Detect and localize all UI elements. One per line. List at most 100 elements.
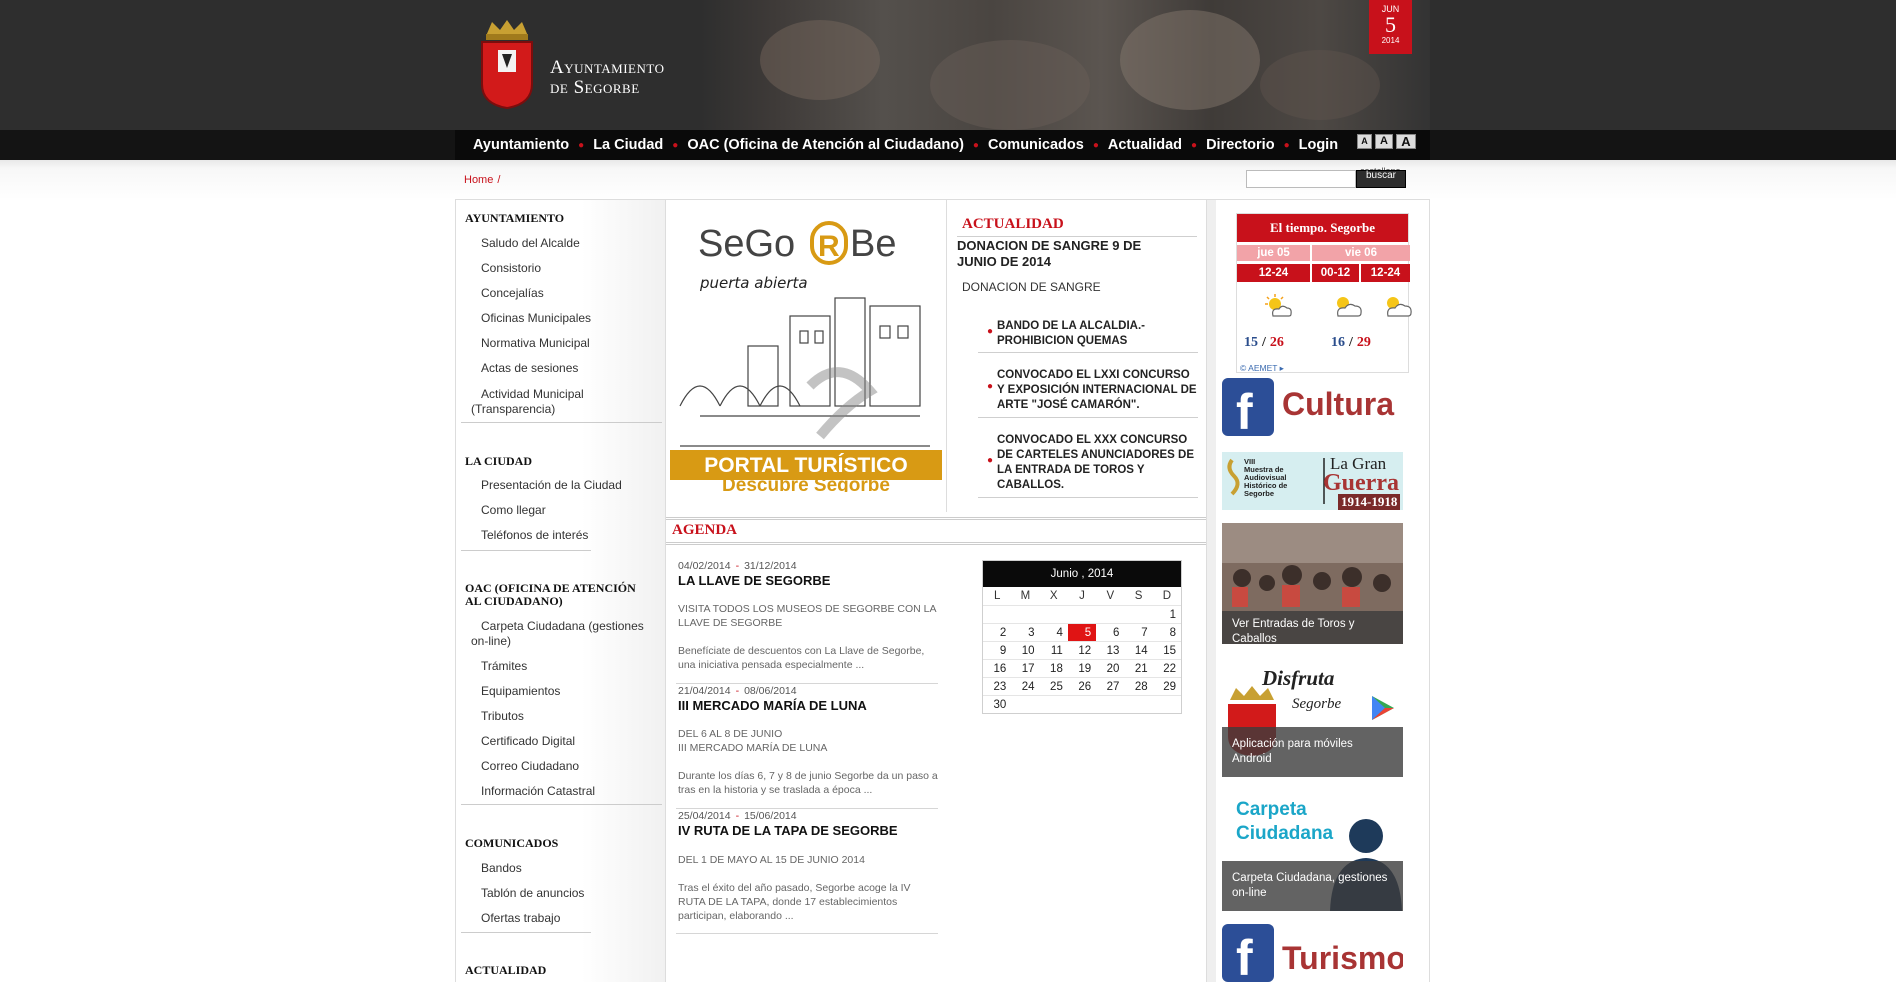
toros-caballos-banner[interactable]: Ver Entradas de Toros y Caballos [1222,523,1403,644]
sidebar-item-catastral[interactable]: Información Catastral [481,784,595,799]
carpeta-ciudadana-banner[interactable]: Carpeta Ciudadana Carpeta Ciudadana, ges… [1222,790,1403,911]
sidebar-heading-la-ciudad[interactable]: LA CIUDAD [465,455,532,468]
sidebar-item-equipamientos[interactable]: Equipamientos [481,684,560,699]
event-title[interactable]: IV RUTA DE LA TAPA DE SEGORBE [678,823,898,838]
sidebar-item-consistorio[interactable]: Consistorio [481,261,541,276]
news-item[interactable]: BANDO DE LA ALCALDIA.- PROHIBICION QUEMA… [997,319,1199,349]
calendar-day[interactable]: 21 [1124,659,1153,677]
sidebar-item-oficinas[interactable]: Oficinas Municipales [481,311,591,326]
calendar-day[interactable]: 28 [1124,677,1153,695]
sidebar-item-ofertas[interactable]: Ofertas trabajo [481,911,560,926]
sidebar-heading-ayuntamiento[interactable]: AYUNTAMIENTO [465,212,564,225]
calendar-day[interactable]: 30 [983,695,1012,713]
calendar-day[interactable]: 7 [1124,623,1153,641]
sidebar-item-carpeta[interactable]: Carpeta Ciudadana (gestiones [481,619,644,634]
event-title[interactable]: LA LLAVE DE SEGORBE [678,573,830,588]
portal-tagline: puerta abierta [699,274,808,292]
sidebar-item-actas[interactable]: Actas de sesiones [481,361,578,376]
portal-turistico-banner[interactable]: SeGo R Be puerta abierta PORTAL TURÍSTIC… [670,206,942,496]
calendar-day[interactable]: 1 [1152,605,1181,623]
calendar-day[interactable]: 24 [1011,677,1040,695]
search-input[interactable] [1246,170,1356,188]
nav-comunicados[interactable]: Comunicados [988,137,1084,153]
nav-actualidad[interactable]: Actualidad [1108,137,1182,153]
sidebar-heading-actualidad[interactable]: ACTUALIDAD [465,964,546,977]
event-subtitle: DEL 6 AL 8 DE JUNIO III MERCADO MARÍA DE… [678,727,938,755]
calendar-day[interactable]: 17 [1011,659,1040,677]
calendar-day[interactable]: 25 [1039,677,1068,695]
news-featured-title[interactable]: DONACION DE SANGRE 9 DE JUNIO DE 2014 [957,238,1177,270]
calendar-day[interactable]: 22 [1152,659,1181,677]
calendar-day[interactable]: 3 [1011,623,1040,641]
main-nav: Ayuntamiento ● La Ciudad ● OAC (Oficina … [473,130,1338,160]
event-title[interactable]: III MERCADO MARÍA DE LUNA [678,698,867,713]
nav-ayuntamiento[interactable]: Ayuntamiento [473,137,569,153]
news-item[interactable]: CONVOCADO EL LXXI CONCURSO Y EXPOSICIÓN … [997,368,1199,413]
calendar-day[interactable]: 9 [983,641,1012,659]
site-title[interactable]: Ayuntamiento de Segorbe [550,58,665,98]
sidebar-item-concejalias[interactable]: Concejalías [481,286,544,301]
sidebar-item-presentacion[interactable]: Presentación de la Ciudad [481,478,622,493]
news-item[interactable]: CONVOCADO EL XXX CONCURSO DE CARTELES AN… [997,433,1199,493]
partly-cloudy-icon [1337,297,1362,317]
calendar-day[interactable]: 14 [1124,641,1153,659]
font-size-large-button[interactable]: A [1396,134,1416,149]
sidebar-item-saludo[interactable]: Saludo del Alcalde [481,236,580,251]
bullet-icon: ● [987,455,994,466]
sidebar-item-telefonos[interactable]: Teléfonos de interés [481,528,588,543]
calendar-day[interactable]: 15 [1152,641,1181,659]
nav-directorio[interactable]: Directorio [1206,137,1275,153]
svg-text:R: R [818,230,840,263]
calendar-day[interactable]: 10 [1011,641,1040,659]
calendar-day[interactable]: 6 [1096,623,1125,641]
nav-oac[interactable]: OAC (Oficina de Atención al Ciudadano) [687,137,964,153]
calendar-weekday: V [1106,590,1115,602]
calendar-day[interactable]: 20 [1096,659,1125,677]
weather-widget[interactable]: El tiempo. Segorbe jue 05 vie 06 12-24 0… [1236,213,1412,374]
calendar-day[interactable]: 16 [983,659,1012,677]
android-app-banner[interactable]: Disfruta Segorbe Aplicación para móviles… [1222,656,1403,777]
weather-hour-range: 12-24 [1361,264,1410,282]
calendar-day[interactable]: 19 [1067,659,1097,677]
calendar-day[interactable]: 27 [1096,677,1125,695]
font-size-small-button[interactable]: A [1357,134,1372,149]
calendar-day[interactable]: 12 [1067,641,1097,659]
breadcrumb-home[interactable]: Home [464,174,493,186]
divider [461,422,662,423]
turismo-facebook-banner[interactable]: f Turismo [1222,924,1403,982]
calendar-day[interactable]: 8 [1152,623,1181,641]
calendar-day[interactable]: 11 [1039,641,1068,659]
bullet-icon: ● [987,381,994,392]
sidebar-item-tablon[interactable]: Tablón de anuncios [481,886,584,901]
sidebar-item-correo[interactable]: Correo Ciudadano [481,759,579,774]
sidebar-item-actividad-cont[interactable]: (Transparencia) [471,402,555,417]
gran-guerra-banner[interactable]: VIII Muestra de Audiovisual Histórico de… [1222,452,1403,510]
calendar-day[interactable]: 4 [1039,623,1068,641]
sidebar-item-carpeta-cont[interactable]: on-line) [471,634,511,649]
nav-login[interactable]: Login [1299,137,1338,153]
sidebar-item-tributos[interactable]: Tributos [481,709,524,724]
search-button[interactable]: buscar [1356,170,1406,188]
calendar-day-today[interactable]: 5 [1067,623,1097,641]
aemet-credit-link[interactable]: © AEMET ▸ [1240,363,1284,374]
sidebar-heading-comunicados[interactable]: COMUNICADOS [465,837,558,850]
sidebar-item-como-llegar[interactable]: Como llegar [481,503,546,518]
calendar-day[interactable]: 23 [983,677,1012,695]
font-size-medium-button[interactable]: A [1375,134,1393,149]
calendar-day[interactable]: 18 [1039,659,1068,677]
sidebar-item-normativa[interactable]: Normativa Municipal [481,336,590,351]
sidebar-item-actividad[interactable]: Actividad Municipal [481,387,584,402]
calendar-month-title: Junio , 2014 [983,561,1181,587]
calendar-day[interactable]: 29 [1152,677,1181,695]
sidebar-item-tramites[interactable]: Trámites [481,659,527,674]
calendar-day[interactable]: 13 [1096,641,1125,659]
nav-la-ciudad[interactable]: La Ciudad [593,137,663,153]
event-date-from: 21/04/2014 [678,685,731,697]
calendar-day[interactable]: 26 [1067,677,1097,695]
cultura-facebook-banner[interactable]: f Cultura [1222,378,1403,440]
sidebar-heading-oac[interactable]: OAC (OFICINA DE ATENCIÓN AL CIUDADANO) [465,582,636,608]
sidebar-item-bandos[interactable]: Bandos [481,861,522,876]
sidebar-item-certificado[interactable]: Certificado Digital [481,734,575,749]
calendar-day[interactable]: 2 [983,623,1012,641]
segorbe-coat-of-arms-icon[interactable] [478,18,536,110]
